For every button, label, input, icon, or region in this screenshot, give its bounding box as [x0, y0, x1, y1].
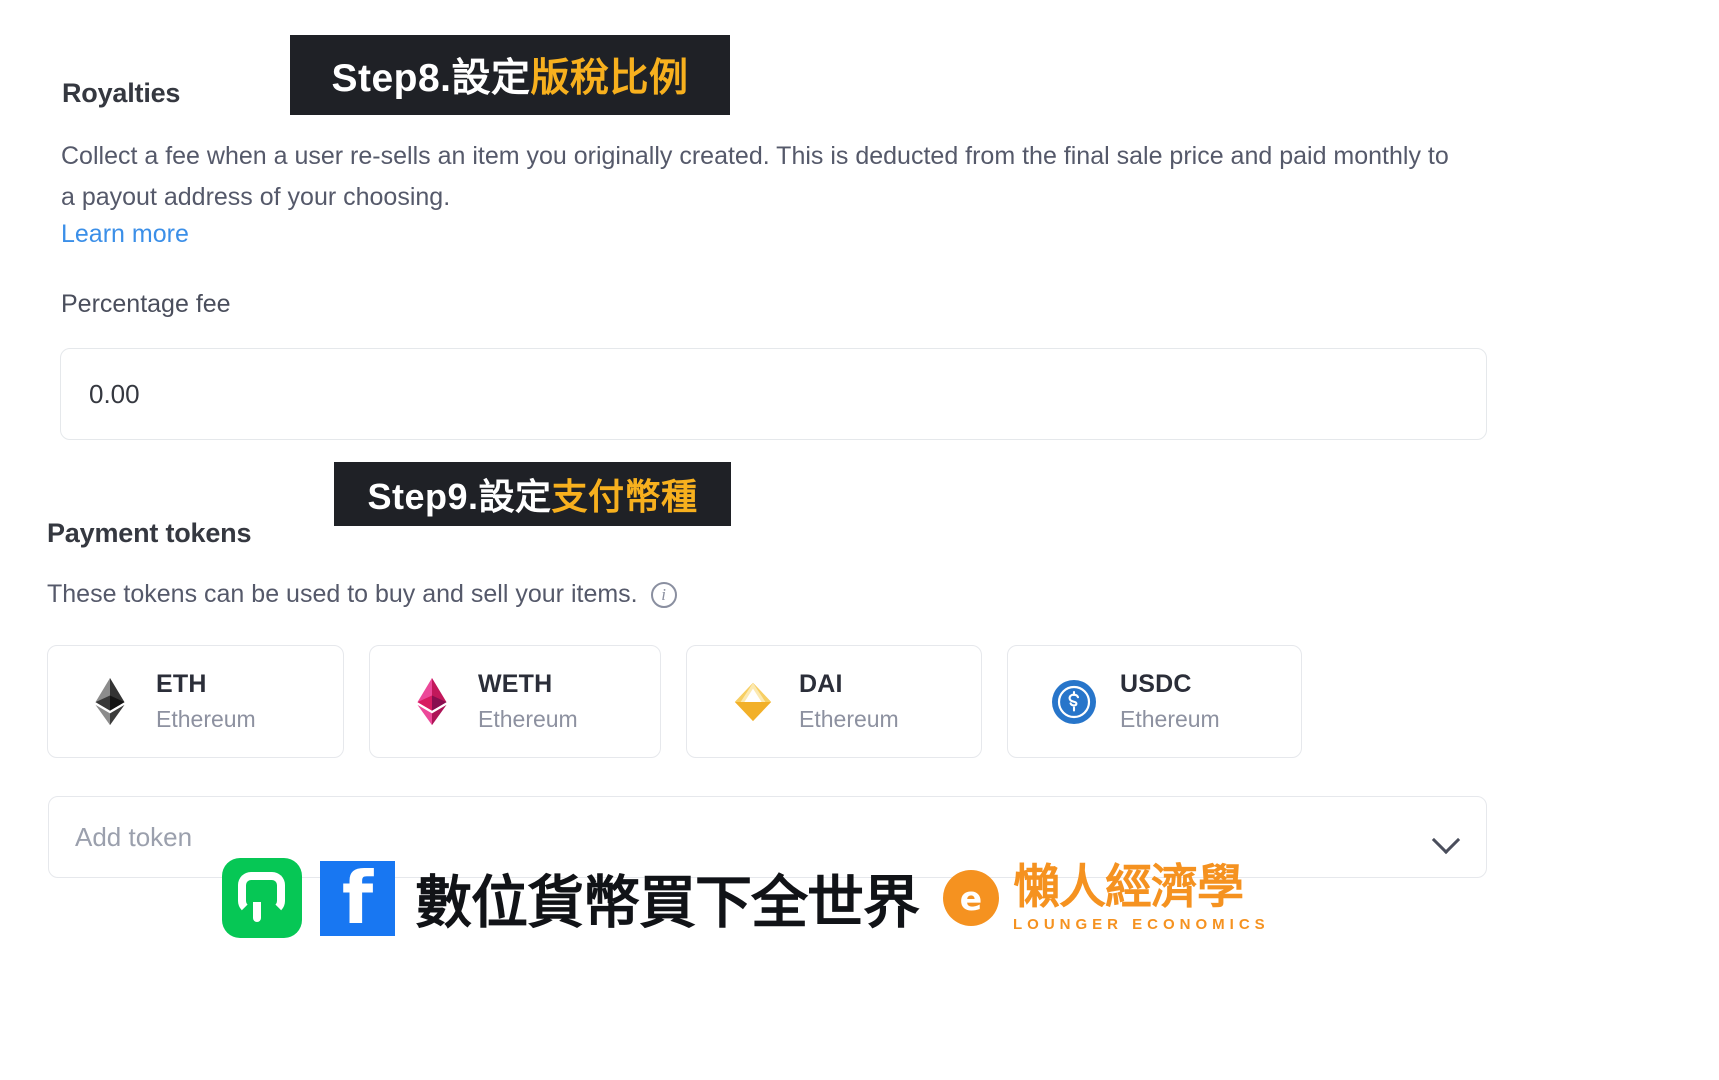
step8-annotation-banner: Step8.設定 版稅比例 — [290, 35, 730, 115]
token-text-eth: ETH Ethereum — [156, 670, 256, 732]
step9-annotation-banner: Step9.設定 支付幣種 — [334, 462, 731, 526]
chevron-down-icon[interactable] — [1434, 830, 1460, 845]
token-card-eth[interactable]: ETH Ethereum — [47, 645, 344, 758]
step9-prefix: Step9.設定 — [367, 476, 552, 517]
payment-tokens-description: These tokens can be used to buy and sell… — [47, 580, 638, 608]
royalties-payment-tokens-form: Royalties Collect a fee when a user re-s… — [0, 0, 1719, 1080]
payment-tokens-heading: Payment tokens — [47, 518, 252, 548]
token-chain-usdc: Ethereum — [1120, 706, 1220, 733]
token-text-dai: DAI Ethereum — [799, 670, 899, 732]
token-card-weth[interactable]: WETH Ethereum — [369, 645, 661, 758]
dai-diamond-icon — [729, 678, 777, 726]
add-token-placeholder: Add token — [75, 821, 193, 852]
royalties-heading: Royalties — [62, 78, 181, 108]
token-chain-eth: Ethereum — [156, 706, 256, 733]
token-chain-dai: Ethereum — [799, 706, 899, 733]
info-icon[interactable]: i — [650, 581, 677, 608]
lounger-economics-logo-icon: e — [943, 870, 999, 926]
percentage-fee-input-wrapper[interactable] — [60, 348, 1487, 440]
token-symbol-weth: WETH — [478, 670, 553, 699]
payment-tokens-list: ETH Ethereum WETH Ethereum DAI Ethereum … — [47, 645, 1302, 758]
step9-highlight: 支付幣種 — [551, 476, 698, 517]
watermark-brand: 懶人經濟學 LOUNGER ECONOMICS — [1013, 863, 1270, 933]
ethereum-diamond-icon — [86, 677, 134, 726]
step8-highlight: 版稅比例 — [530, 57, 689, 100]
royalties-description: Collect a fee when a user re-sells an it… — [61, 142, 1449, 211]
percentage-fee-label: Percentage fee — [61, 290, 231, 318]
watermark-title: 數位貨幣買下全世界 — [415, 871, 920, 935]
token-card-usdc[interactable]: USDC Ethereum — [1007, 645, 1302, 758]
facebook-icon: f — [320, 860, 395, 936]
token-text-usdc: USDC Ethereum — [1120, 670, 1220, 732]
watermark-brand-en: LOUNGER ECONOMICS — [1013, 916, 1270, 933]
step8-prefix: Step8.設定 — [331, 57, 531, 100]
watermark-bar: f 數位貨幣買下全世界 e 懶人經濟學 LOUNGER ECONOMICS — [222, 858, 1270, 938]
learn-more-link[interactable]: Learn more — [61, 220, 189, 249]
token-text-weth: WETH Ethereum — [478, 670, 578, 732]
token-chain-weth: Ethereum — [478, 706, 578, 733]
token-card-dai[interactable]: DAI Ethereum — [686, 645, 982, 758]
token-symbol-usdc: USDC — [1120, 670, 1192, 699]
token-symbol-dai: DAI — [799, 670, 843, 699]
token-symbol-eth: ETH — [156, 670, 207, 699]
usdc-circle-icon — [1050, 678, 1098, 726]
percentage-fee-input[interactable] — [61, 349, 1486, 439]
watermark-brand-cn: 懶人經濟學 — [1013, 860, 1244, 913]
payment-tokens-description-row: These tokens can be used to buy and sell… — [47, 580, 677, 609]
weth-diamond-icon — [408, 677, 456, 726]
line-app-icon — [222, 858, 302, 938]
